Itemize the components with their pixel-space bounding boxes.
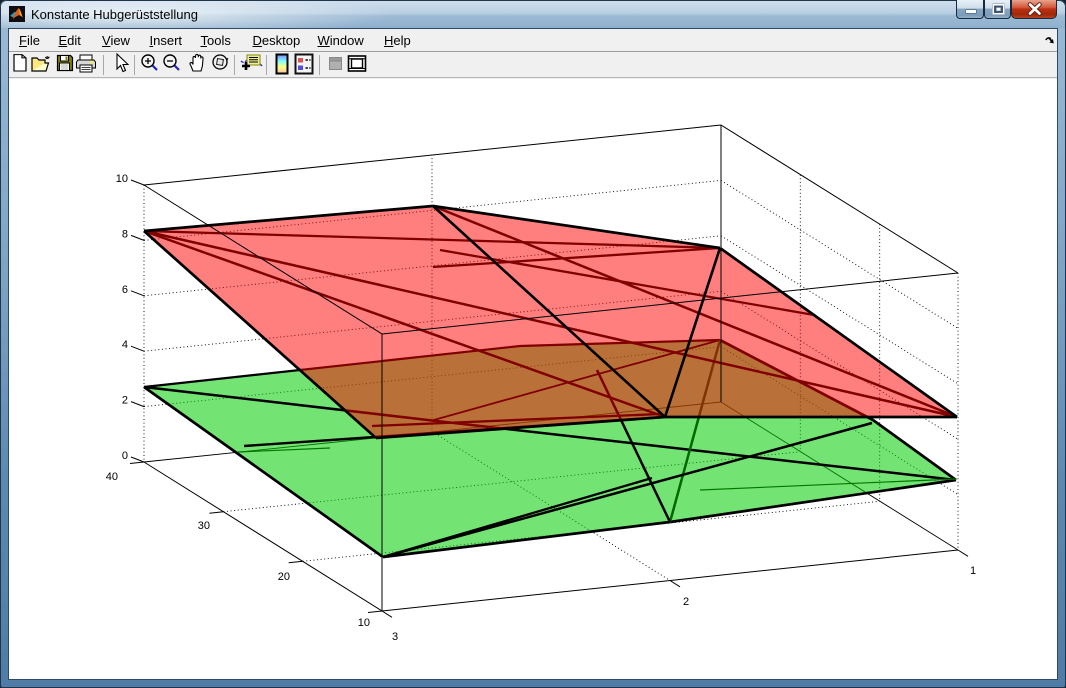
svg-text:2: 2 [683, 596, 689, 608]
svg-text:10: 10 [358, 617, 370, 629]
svg-text:30: 30 [198, 520, 210, 532]
svg-text:10: 10 [116, 173, 128, 185]
svg-text:6: 6 [122, 284, 128, 296]
svg-text:40: 40 [106, 471, 118, 483]
svg-text:2: 2 [122, 395, 128, 407]
svg-text:20: 20 [278, 571, 290, 583]
svg-text:8: 8 [122, 228, 128, 240]
svg-text:4: 4 [122, 339, 128, 351]
svg-text:1: 1 [970, 565, 976, 577]
svg-text:0: 0 [122, 450, 128, 462]
svg-text:3: 3 [392, 631, 398, 643]
